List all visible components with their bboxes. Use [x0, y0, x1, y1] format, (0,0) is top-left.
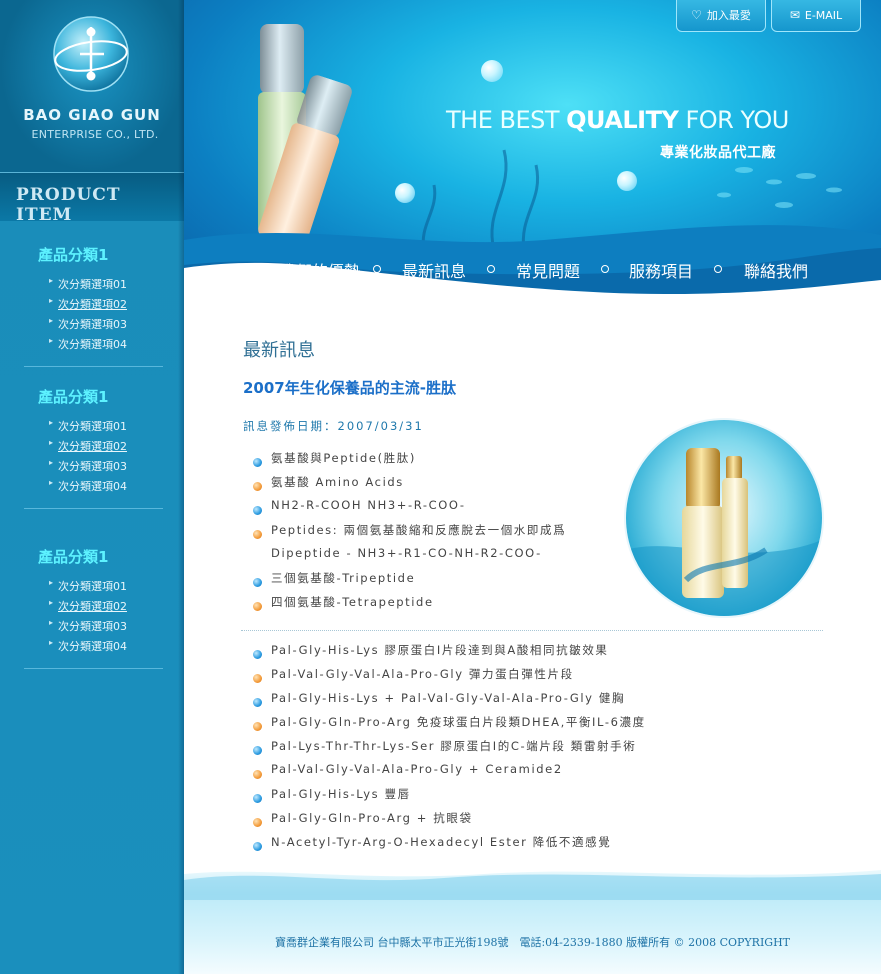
- category-block: 產品分類1 ▸ 次分類選項01 ▸ 次分類選項02 ▸ 次分類選項03 ▸ 次分類選項0…: [24, 386, 163, 509]
- subcategory-link[interactable]: ▸ 次分類選項04: [24, 478, 163, 498]
- envelope-icon: ✉: [789, 8, 800, 22]
- list-item: Peptides: 兩個氨基酸縮和反應脫去一個水即成爲: [253, 522, 566, 546]
- nav-services[interactable]: 服務項目: [629, 258, 693, 282]
- list-item: NH2-R-COOH NH3+-R-COO-: [253, 498, 466, 522]
- subcategory-link[interactable]: ▸ 次分類選項02: [24, 296, 163, 316]
- subcategory-link[interactable]: ▸ 次分類選項02: [24, 438, 163, 458]
- bullet-icon: [253, 506, 262, 515]
- nav-faq[interactable]: 常見問題: [516, 258, 580, 282]
- bullet-icon: [253, 698, 262, 707]
- bubble-decoration: [395, 183, 415, 203]
- product-item-header: PRODUCT ITEM: [0, 172, 184, 225]
- subcategory-link[interactable]: ▸ 次分類選項03: [24, 458, 163, 478]
- nav-news[interactable]: 最新訊息: [402, 258, 466, 282]
- arrow-right-icon: ▸: [49, 478, 54, 487]
- bullet-icon: [253, 530, 262, 539]
- list-item: Dipeptide - NH3+-R1-CO-NH-R2-COO-: [271, 546, 542, 560]
- main-nav: 我們的優勢 最新訊息 常見問題 服務項目 聯絡我們: [280, 258, 840, 282]
- arrow-right-icon: ▸: [49, 638, 54, 647]
- nav-separator-icon: [601, 265, 609, 273]
- list-item: 三個氨基酸-Tripeptide: [253, 570, 415, 594]
- bullet-icon: [253, 650, 262, 659]
- footer-wave: [184, 860, 881, 900]
- nav-separator-icon: [373, 265, 381, 273]
- category-title[interactable]: 產品分類1: [38, 244, 163, 265]
- sub-tagline: 專業化妝品代工廠: [660, 145, 776, 161]
- subcategory-link[interactable]: ▸ 次分類選項04: [24, 638, 163, 658]
- subcategory-link[interactable]: ▸ 次分類選項01: [24, 276, 163, 296]
- arrow-right-icon: ▸: [49, 598, 54, 607]
- bullet-icon: [253, 746, 262, 755]
- bullet-icon: [253, 818, 262, 827]
- arrow-right-icon: ▸: [49, 276, 54, 285]
- email-button[interactable]: ✉ E-MAIL: [771, 0, 861, 32]
- arrow-right-icon: ▸: [49, 618, 54, 627]
- subcategory-link[interactable]: ▸ 次分類選項02: [24, 598, 163, 618]
- content-divider: [241, 630, 823, 631]
- arrow-right-icon: ▸: [49, 458, 54, 467]
- bullet-icon: [253, 794, 262, 803]
- bubble-decoration: [481, 60, 503, 82]
- list-item: Pal-Val-Gly-Val-Ala-Pro-Gly + Ceramide2: [253, 762, 563, 786]
- brand-name: BAO GIAO GUN: [23, 106, 161, 124]
- nav-advantages[interactable]: 我們的優勢: [280, 258, 360, 282]
- cosmetic-bottles-illustration: [626, 448, 822, 616]
- bullet-icon: [253, 842, 262, 851]
- arrow-right-icon: ▸: [49, 418, 54, 427]
- list-item: Pal-Lys-Thr-Thr-Lys-Ser 膠原蛋白I的C-端片段 類雷射手…: [253, 738, 636, 762]
- footer-copyright: 寶喬群企業有限公司 台中縣太平市正光街198號 電話:04-2339-1880 …: [274, 936, 791, 949]
- product-item-title: PRODUCT ITEM: [16, 185, 121, 225]
- publish-date: 訊息發佈日期：2007/03/31: [243, 419, 424, 433]
- subcategory-link[interactable]: ▸ 次分類選項03: [24, 618, 163, 638]
- tagline: THE BEST QUALITY FOR YOU: [446, 106, 789, 134]
- category-title[interactable]: 產品分類1: [38, 546, 163, 567]
- arrow-right-icon: ▸: [49, 316, 54, 325]
- bubble-decoration: [617, 171, 637, 191]
- bullet-icon: [253, 722, 262, 731]
- main-content: 最新訊息 2007年生化保養品的主流-胜肽 訊息發佈日期：2007/03/31 …: [184, 300, 881, 860]
- category-block: 產品分類1 ▸ 次分類選項01 ▸ 次分類選項02 ▸ 次分類選項03 ▸ 次分類選項0…: [24, 546, 163, 669]
- footer: 寶喬群企業有限公司 台中縣太平市正光街198號 電話:04-2339-1880 …: [184, 860, 881, 974]
- heart-icon: ♡: [691, 8, 702, 22]
- subcategory-link[interactable]: ▸ 次分類選項01: [24, 418, 163, 438]
- list-item: 四個氨基酸-Tetrapeptide: [253, 594, 434, 618]
- list-item: Pal-Gly-Gln-Pro-Arg 免疫球蛋白片段類DHEA,平衡IL-6濃…: [253, 714, 646, 738]
- sidebar: BAO GIAO GUN ENTERPRISE CO., LTD. PRODUC…: [0, 0, 184, 974]
- bullet-icon: [253, 770, 262, 779]
- list-item: N-Acetyl-Tyr-Arg-O-Hexadecyl Ester 降低不適感…: [253, 834, 611, 858]
- subcategory-link[interactable]: ▸ 次分類選項03: [24, 316, 163, 336]
- bullet-icon: [253, 674, 262, 683]
- bullet-icon: [253, 602, 262, 611]
- nav-separator-icon: [714, 265, 722, 273]
- arrow-right-icon: ▸: [49, 578, 54, 587]
- nav-separator-icon: [487, 265, 495, 273]
- arrow-right-icon: ▸: [49, 336, 54, 345]
- logo-area: BAO GIAO GUN ENTERPRISE CO., LTD.: [0, 0, 184, 172]
- list-item: Pal-Gly-His-Lys 豐唇: [253, 786, 411, 810]
- arrow-right-icon: ▸: [49, 438, 54, 447]
- header-banner: ♡ 加入最愛 ✉ E-MAIL THE BEST QUALITY FOR YOU 專…: [184, 0, 881, 300]
- list-item: Pal-Gly-Gln-Pro-Arg + 抗眼袋: [253, 810, 473, 834]
- list-item: 氨基酸與Peptide(胜肽): [253, 450, 416, 474]
- add-favorite-button[interactable]: ♡ 加入最愛: [676, 0, 766, 32]
- list-item: Pal-Gly-His-Lys + Pal-Val-Gly-Val-Ala-Pr…: [253, 690, 625, 714]
- category-title[interactable]: 產品分類1: [38, 386, 163, 407]
- nav-contact[interactable]: 聯絡我們: [744, 258, 808, 282]
- list-item: Pal-Val-Gly-Val-Ala-Pro-Gly 彈力蛋白彈性片段: [253, 666, 574, 690]
- list-item: 氨基酸 Amino Acids: [253, 474, 404, 498]
- subcategory-link[interactable]: ▸ 次分類選項01: [24, 578, 163, 598]
- product-photo-image: [626, 420, 822, 616]
- company-logo-icon: [53, 16, 129, 92]
- category-block: 產品分類1 ▸ 次分類選項01 ▸ 次分類選項02 ▸ 次分類選項03 ▸ 次分類選項0…: [24, 244, 163, 367]
- brand-subtitle: ENTERPRISE CO., LTD.: [31, 128, 159, 141]
- list-item: Pal-Gly-His-Lys 膠原蛋白I片段達到與A酸相同抗皺效果: [253, 642, 609, 666]
- article-title: 2007年生化保養品的主流-胜肽: [243, 379, 456, 397]
- bullet-icon: [253, 482, 262, 491]
- arrow-right-icon: ▸: [49, 296, 54, 305]
- section-title: 最新訊息: [243, 340, 315, 361]
- subcategory-link[interactable]: ▸ 次分類選項04: [24, 336, 163, 356]
- header-wave: [184, 225, 881, 300]
- bullet-icon: [253, 578, 262, 587]
- bullet-icon: [253, 458, 262, 467]
